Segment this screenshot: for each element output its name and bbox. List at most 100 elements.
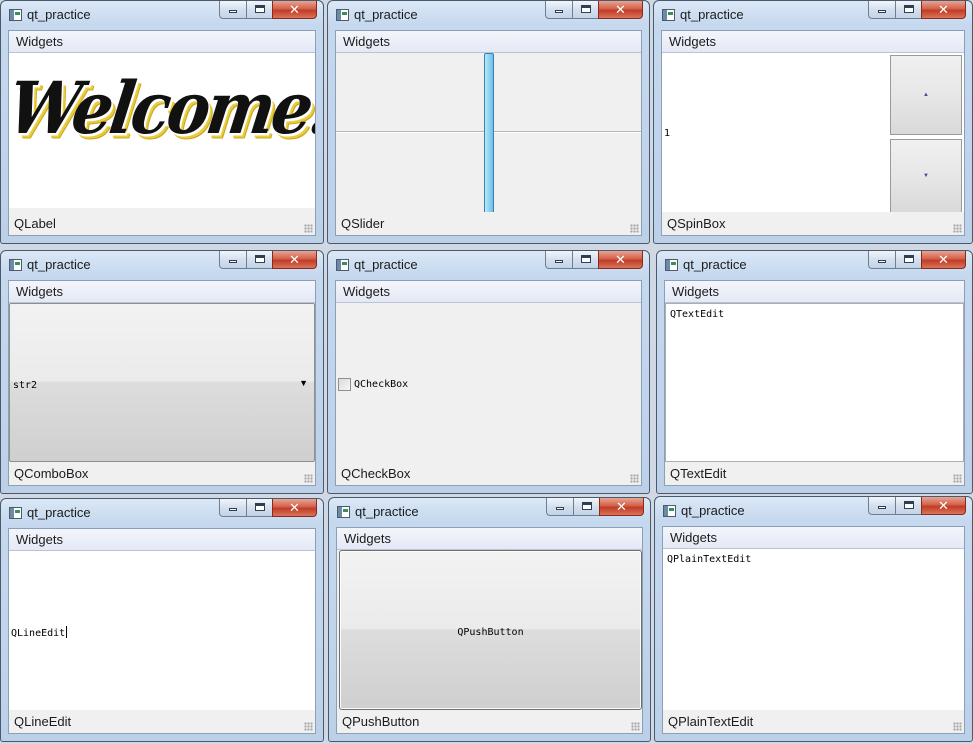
resize-grip-icon[interactable] <box>304 722 313 731</box>
close-button[interactable]: ✕ <box>599 498 644 516</box>
menu-bar: Widgets <box>662 31 964 53</box>
maximize-button[interactable] <box>895 497 921 515</box>
close-button[interactable]: ✕ <box>598 251 643 269</box>
title-bar[interactable]: qt_practice ✕ <box>654 1 972 29</box>
spinbox-up-button[interactable]: ▲ <box>890 55 962 135</box>
window-title: qt_practice <box>27 257 91 272</box>
maximize-button[interactable] <box>246 499 272 517</box>
menu-widgets[interactable]: Widgets <box>16 532 63 547</box>
maximize-icon <box>255 5 265 13</box>
title-bar[interactable]: qt_practice ✕ <box>657 251 972 279</box>
menu-widgets[interactable]: Widgets <box>344 531 391 546</box>
status-text: QLineEdit <box>14 714 72 729</box>
status-text: QComboBox <box>14 466 89 481</box>
central-widget: QLineEdit <box>9 551 315 710</box>
maximize-button[interactable] <box>572 251 598 269</box>
window-client: Widgets QTextEdit QTextEdit <box>664 280 965 486</box>
resize-grip-icon[interactable] <box>953 722 962 731</box>
minimize-button[interactable] <box>219 251 246 269</box>
status-bar: QLineEdit <box>9 710 315 733</box>
minimize-button[interactable] <box>219 499 246 517</box>
minimize-button[interactable] <box>545 1 572 19</box>
title-bar[interactable]: qt_practice ✕ <box>655 497 972 525</box>
text-edit[interactable]: QTextEdit <box>665 303 964 462</box>
menu-widgets[interactable]: Widgets <box>16 284 63 299</box>
minimize-icon <box>555 260 563 263</box>
chevron-down-icon: ▼ <box>299 378 308 388</box>
close-button[interactable]: ✕ <box>921 251 966 269</box>
menu-widgets[interactable]: Widgets <box>669 34 716 49</box>
window-title: qt_practice <box>354 7 418 22</box>
close-button[interactable]: ✕ <box>921 497 966 515</box>
status-bar: QLabel <box>9 212 315 235</box>
title-bar[interactable]: qt_practice ✕ <box>328 251 649 279</box>
title-bar[interactable]: qt_practice ✕ <box>1 1 323 29</box>
menu-widgets[interactable]: Widgets <box>343 284 390 299</box>
menu-widgets[interactable]: Widgets <box>672 284 719 299</box>
title-bar[interactable]: qt_practice ✕ <box>1 499 323 527</box>
minimize-button[interactable] <box>868 1 895 19</box>
maximize-button[interactable] <box>895 251 921 269</box>
minimize-button[interactable] <box>219 1 246 19</box>
push-button[interactable]: QPushButton <box>339 550 642 710</box>
minimize-button[interactable] <box>868 251 895 269</box>
minimize-button[interactable] <box>546 498 573 516</box>
window-qcheckbox: qt_practice ✕ Widgets QCheckBox QCheckBo… <box>327 250 650 494</box>
checkbox-label[interactable]: QCheckBox <box>354 379 408 390</box>
checkbox[interactable] <box>338 378 351 391</box>
slider-handle[interactable] <box>484 53 494 212</box>
text-edit-content: QTextEdit <box>670 309 725 320</box>
caption-buttons: ✕ <box>546 498 644 517</box>
window-qspinbox: qt_practice ✕ Widgets 1 ▲ ▼ QSpinBox <box>653 0 973 244</box>
close-icon: ✕ <box>289 500 300 515</box>
close-button[interactable]: ✕ <box>598 1 643 19</box>
line-edit[interactable]: QLineEdit <box>9 551 315 710</box>
combo-box[interactable]: str2 ▼ <box>9 303 315 462</box>
spinbox-down-button[interactable]: ▼ <box>890 139 962 212</box>
maximize-button[interactable] <box>895 1 921 19</box>
close-button[interactable]: ✕ <box>272 1 317 19</box>
minimize-button[interactable] <box>868 497 895 515</box>
spinbox-field[interactable]: 1 <box>662 53 888 212</box>
menu-widgets[interactable]: Widgets <box>16 34 63 49</box>
resize-grip-icon[interactable] <box>630 474 639 483</box>
close-button[interactable]: ✕ <box>272 499 317 517</box>
maximize-icon <box>255 503 265 511</box>
menu-widgets[interactable]: Widgets <box>343 34 390 49</box>
close-button[interactable]: ✕ <box>272 251 317 269</box>
app-window-icon <box>663 505 676 517</box>
maximize-button[interactable] <box>573 498 599 516</box>
title-bar[interactable]: qt_practice ✕ <box>329 498 650 526</box>
menu-widgets[interactable]: Widgets <box>670 530 717 545</box>
resize-grip-icon[interactable] <box>304 474 313 483</box>
close-icon: ✕ <box>616 499 627 514</box>
resize-grip-icon[interactable] <box>953 474 962 483</box>
plain-text-edit[interactable]: QPlainTextEdit <box>663 549 964 710</box>
title-bar[interactable]: qt_practice ✕ <box>328 1 649 29</box>
resize-grip-icon[interactable] <box>304 224 313 233</box>
window-qlabel: qt_practice ✕ Widgets Welcome! QLabel <box>0 0 324 244</box>
close-button[interactable]: ✕ <box>921 1 966 19</box>
title-bar[interactable]: qt_practice ✕ <box>1 251 323 279</box>
central-widget: QPlainTextEdit <box>663 549 964 710</box>
resize-grip-icon[interactable] <box>631 722 640 731</box>
maximize-button[interactable] <box>572 1 598 19</box>
app-window-icon <box>665 259 678 271</box>
minimize-button[interactable] <box>545 251 572 269</box>
app-window-icon <box>336 9 349 21</box>
app-window-icon <box>337 506 350 518</box>
maximize-button[interactable] <box>246 251 272 269</box>
status-text: QTextEdit <box>670 466 727 481</box>
window-client: Widgets 1 ▲ ▼ QSpinBox <box>661 30 965 236</box>
window-title: qt_practice <box>355 504 419 519</box>
caption-buttons: ✕ <box>868 251 966 270</box>
resize-grip-icon[interactable] <box>630 224 639 233</box>
maximize-icon <box>904 255 914 263</box>
app-window-icon <box>336 259 349 271</box>
central-widget: 1 ▲ ▼ <box>662 53 964 212</box>
resize-grip-icon[interactable] <box>953 224 962 233</box>
close-icon: ✕ <box>289 2 300 17</box>
menu-bar: Widgets <box>665 281 964 303</box>
window-title: qt_practice <box>683 257 747 272</box>
maximize-button[interactable] <box>246 1 272 19</box>
